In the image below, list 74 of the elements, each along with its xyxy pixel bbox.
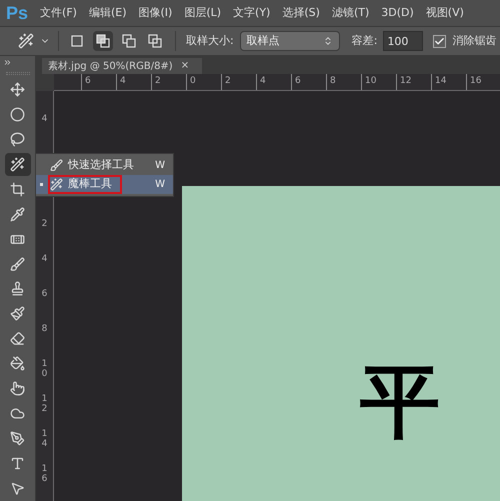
pen-icon [10,431,25,446]
ruler-label: 12 [42,394,48,416]
paint-bucket-icon [10,356,25,372]
menu-item[interactable]: 滤镜(T) [326,4,376,22]
ruler-label: 2 [42,220,48,231]
ruler-label: 6 [291,74,326,90]
menu-item[interactable]: 图层(L) [178,4,228,22]
ruler-label: 6 [81,74,116,90]
menu-item[interactable]: 3D(D) [375,4,420,22]
lasso-icon [10,132,25,147]
magic-wand-icon [10,156,25,172]
magic-wand-icon [50,178,63,191]
quick-select-icon [50,159,63,172]
tool-button[interactable] [4,152,30,176]
ruler-label: 16 [466,74,500,90]
anti-alias-checkbox[interactable] [433,34,446,48]
selection-mode-icon [96,34,110,48]
crop-icon [10,182,25,197]
ruler-label: 4 [116,74,151,90]
selection-mode-icon [122,34,136,48]
history-brush-icon [10,306,25,322]
flyout-menu-item[interactable]: 魔棒工具 W [36,175,173,194]
flyout-menu-item[interactable]: 快速选择工具 W [36,156,173,175]
sponge-icon [10,406,25,422]
sample-size-label: 取样大小: [186,32,234,49]
ruler-label: 10 [42,360,48,381]
ruler-label: 12 [396,74,431,90]
document-tab[interactable]: 素材.jpg @ 50%(RGB/8#) × [42,58,202,74]
stamp-icon [10,281,25,296]
menu-item[interactable]: 编辑(E) [82,4,132,22]
ruler-label: 10 [361,74,396,90]
canvas-text: 平 [360,361,440,441]
ruler-label: 8 [326,74,361,90]
ruler-label: 16 [42,464,48,486]
ruler-label: 4 [42,254,48,266]
menu-item[interactable]: 视图(V) [420,4,470,22]
ruler-label: 8 [42,324,48,336]
ruler-label: 14 [42,430,48,451]
app-logo: Ps [5,2,30,24]
shortcut-label: W [155,159,165,173]
selection-mode-icon [70,34,84,48]
ruler-label: 4 [42,115,48,125]
ruler-label: 4 [256,74,291,90]
shortcut-label: W [155,178,165,192]
menu-item[interactable]: 文字(Y) [227,4,276,22]
move-icon [10,82,25,97]
menu-item[interactable]: 图像(I) [132,4,178,22]
document-title: 素材.jpg @ 50%(RGB/8#) [48,60,173,74]
ruler-label: 2 [151,74,186,90]
eraser-icon [10,331,25,346]
finger-icon [10,381,25,396]
ellipse-marquee-icon [10,106,25,122]
ruler-label: 0 [186,74,221,90]
collapse-icon[interactable] [3,58,12,67]
eyedropper-icon [10,206,25,222]
flyout-item-label: 魔棒工具 [68,176,112,192]
tolerance-field[interactable]: 100 [383,31,424,51]
ruler-label: 6 [42,290,48,301]
menu-item[interactable]: 选择(S) [276,4,326,22]
magic-wand-icon[interactable] [18,33,34,49]
brush-icon [10,256,25,272]
ruler-label: 2 [221,74,256,90]
ruler-label: 14 [431,74,466,90]
anti-alias-label: 消除锯齿 [452,32,496,49]
type-icon [10,456,25,472]
selection-mode-button[interactable] [93,31,113,51]
flyout-item-label: 快速选择工具 [68,157,134,174]
close-tab-button[interactable]: × [180,61,190,71]
selection-mode-icon [148,34,162,48]
sample-size-select[interactable]: 取样点 [240,31,340,51]
menu-item[interactable]: 文件(F) [34,4,83,22]
pointer-icon [10,480,25,496]
tolerance-label: 容差: [352,32,378,49]
select-arrows-icon [322,36,333,46]
